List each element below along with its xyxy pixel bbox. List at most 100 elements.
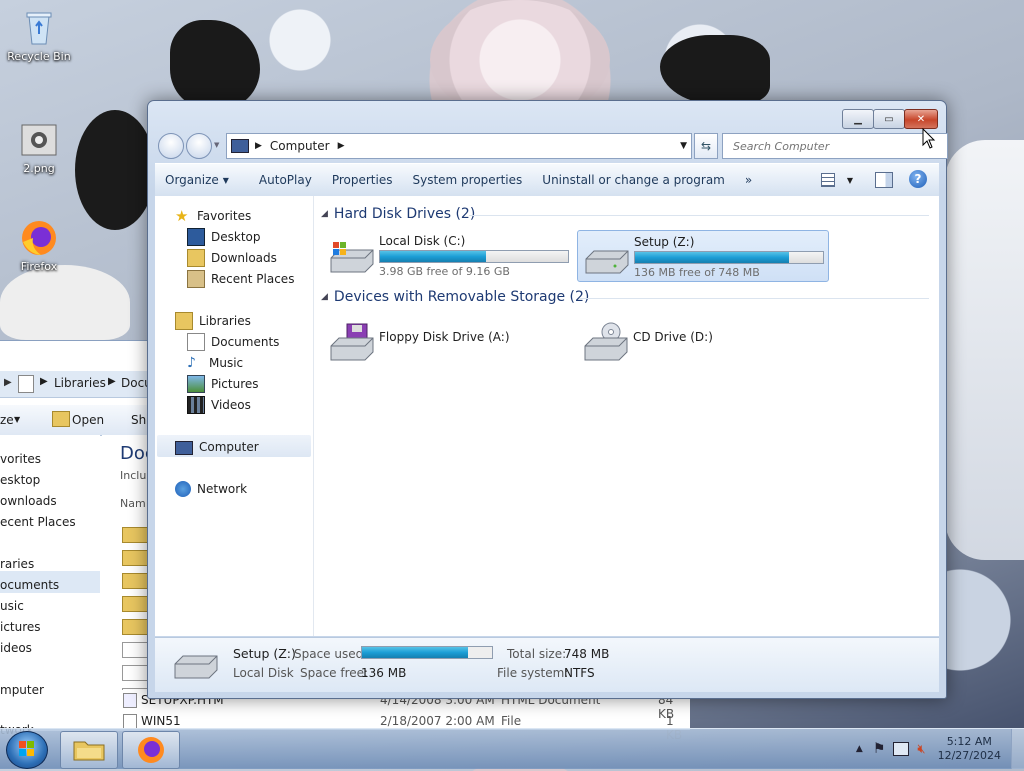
taskbar-explorer-button[interactable] (60, 731, 118, 769)
content-area: ★ Favorites Desktop Downloads Recent Pla… (155, 196, 939, 636)
nav-recent-places[interactable]: ecent Places (0, 512, 76, 532)
properties-button[interactable]: Properties (322, 168, 403, 192)
maximize-button[interactable]: ▭ (873, 109, 905, 129)
computer-icon (175, 441, 193, 455)
chevron-down-icon: ▼ (846, 175, 853, 185)
folder-icon (52, 411, 70, 427)
address-bar[interactable]: ▶ Computer ▶ ▼ (226, 133, 692, 159)
computer-window[interactable]: ▁ ▭ ✕ ▼ ▶ Computer ▶ ▼ ⇆ Organize ▼ Auto… (147, 100, 948, 699)
nav-favorites[interactable]: vorites (0, 449, 41, 469)
nav-downloads[interactable]: ownloads (0, 491, 57, 511)
nav-downloads[interactable]: Downloads (187, 248, 277, 268)
folder-icon (122, 573, 150, 589)
recycle-bin-icon (19, 8, 59, 48)
drive-cd-d[interactable]: CD Drive (D:) (577, 312, 827, 362)
change-view-button[interactable]: ▼ (821, 169, 853, 191)
command-bar: Organize ▼ AutoPlay Properties System pr… (155, 163, 939, 197)
total-size-value: 748 MB (564, 647, 610, 661)
network-icon (175, 481, 191, 497)
system-properties-button[interactable]: System properties (402, 168, 532, 192)
action-center-flag-icon[interactable]: ⚑ (873, 741, 886, 757)
group-header-removable-storage[interactable]: ◢ Devices with Removable Storage (2) (321, 289, 589, 305)
nav-computer[interactable]: mputer (0, 680, 44, 700)
address-dropdown-icon[interactable]: ▼ (680, 141, 687, 151)
desktop-icon-firefox[interactable]: Firefox (1, 218, 77, 273)
recent-places-icon (187, 270, 205, 288)
volume-muted-icon[interactable]: 🔇︎ (917, 742, 925, 757)
back-button[interactable] (158, 133, 184, 159)
refresh-button[interactable]: ⇆ (694, 133, 718, 159)
space-free-value: 136 MB (361, 666, 407, 680)
network-status-icon[interactable] (893, 742, 910, 756)
nav-pictures[interactable]: ictures (0, 617, 41, 637)
drive-usage-bar (634, 251, 824, 264)
show-desktop-button[interactable] (1011, 729, 1024, 769)
search-input[interactable] (731, 138, 945, 154)
forward-button[interactable] (186, 133, 212, 159)
desktop-icon (187, 228, 205, 246)
refresh-icon: ⇆ (700, 139, 712, 153)
column-header-name[interactable]: Nam (120, 497, 146, 510)
hard-drive-icon (584, 241, 630, 275)
drive-floppy-a[interactable]: Floppy Disk Drive (A:) (323, 312, 573, 362)
library-subtitle: Inclu (120, 469, 147, 482)
file-name: WIN51 (141, 714, 181, 728)
start-button[interactable] (6, 731, 48, 769)
breadcrumb-libraries[interactable]: Libraries (54, 376, 106, 390)
taskbar-firefox-button[interactable] (122, 731, 180, 769)
nav-pictures[interactable]: Pictures (187, 374, 259, 394)
preview-pane-button[interactable] (875, 172, 893, 188)
organize-button[interactable]: ze (0, 413, 14, 427)
nav-documents[interactable]: ocuments (0, 575, 59, 595)
minimize-button[interactable]: ▁ (842, 109, 874, 129)
space-used-bar (361, 646, 493, 659)
drive-free-space: 3.98 GB free of 9.16 GB (379, 265, 510, 278)
uninstall-program-button[interactable]: Uninstall or change a program (532, 168, 735, 192)
file-system-value: NTFS (564, 666, 595, 680)
chevron-down-icon: ▼ (14, 415, 21, 424)
nav-network[interactable]: Network (175, 479, 247, 499)
nav-videos[interactable]: Videos (187, 395, 251, 415)
background-explorer-window[interactable]: ▶ ▶ Libraries ▶ Docu ze ▼ Open Sha vorit… (0, 340, 155, 737)
drive-usage-bar (379, 250, 569, 263)
recent-pages-chevron-icon[interactable]: ▼ (214, 141, 219, 149)
nav-recent-places[interactable]: Recent Places (187, 269, 294, 289)
drive-setup-z[interactable]: Setup (Z:) 136 MB free of 748 MB (577, 230, 829, 282)
more-commands-button[interactable]: » (735, 168, 762, 192)
open-button[interactable]: Open (72, 413, 104, 427)
organize-button[interactable]: Organize ▼ (155, 168, 239, 192)
breadcrumb-computer[interactable]: Computer (270, 139, 330, 153)
folder-icon (122, 527, 150, 543)
nav-videos[interactable]: ideos (0, 638, 32, 658)
drive-usage-fill (380, 251, 487, 262)
music-icon: ♪ (187, 355, 196, 371)
nav-label: Documents (211, 335, 280, 349)
group-header-hard-disk-drives[interactable]: ◢ Hard Disk Drives (2) (321, 206, 475, 222)
chevron-right-icon[interactable]: ▶ (338, 141, 345, 151)
nav-desktop[interactable]: Desktop (187, 227, 261, 247)
background-address-bar[interactable]: ▶ ▶ Libraries ▶ Docu (0, 371, 152, 398)
chevron-right-icon: ▶ (4, 377, 12, 388)
show-hidden-icons-button[interactable]: ▲ (856, 744, 863, 754)
image-file-icon (19, 120, 59, 160)
clock[interactable]: 5:12 AM 12/27/2024 (938, 735, 1001, 763)
autoplay-button[interactable]: AutoPlay (249, 168, 322, 192)
nav-libraries[interactable]: Libraries (175, 311, 251, 331)
help-button[interactable]: ? (909, 170, 927, 188)
search-box[interactable] (722, 133, 948, 159)
background-command-bar: ze ▼ Open Sha (0, 405, 154, 436)
view-icon (821, 173, 835, 187)
total-size-label: Total size: (507, 647, 567, 661)
nav-favorites[interactable]: ★ Favorites (175, 206, 251, 226)
nav-music[interactable]: ♪ Music (187, 353, 243, 373)
nav-computer[interactable]: Computer (175, 437, 259, 457)
nav-music[interactable]: usic (0, 596, 24, 616)
nav-documents[interactable]: Documents (187, 332, 279, 352)
drive-free-space: 136 MB free of 748 MB (634, 266, 760, 279)
drive-local-disk-c[interactable]: Local Disk (C:) 3.98 GB free of 9.16 GB (323, 230, 573, 280)
nav-desktop[interactable]: esktop (0, 470, 40, 490)
close-button[interactable]: ✕ (904, 109, 938, 129)
star-icon: ★ (175, 207, 189, 225)
desktop-icon-recycle-bin[interactable]: Recycle Bin (1, 8, 77, 63)
desktop-icon-image-file[interactable]: 2.png (1, 120, 77, 175)
